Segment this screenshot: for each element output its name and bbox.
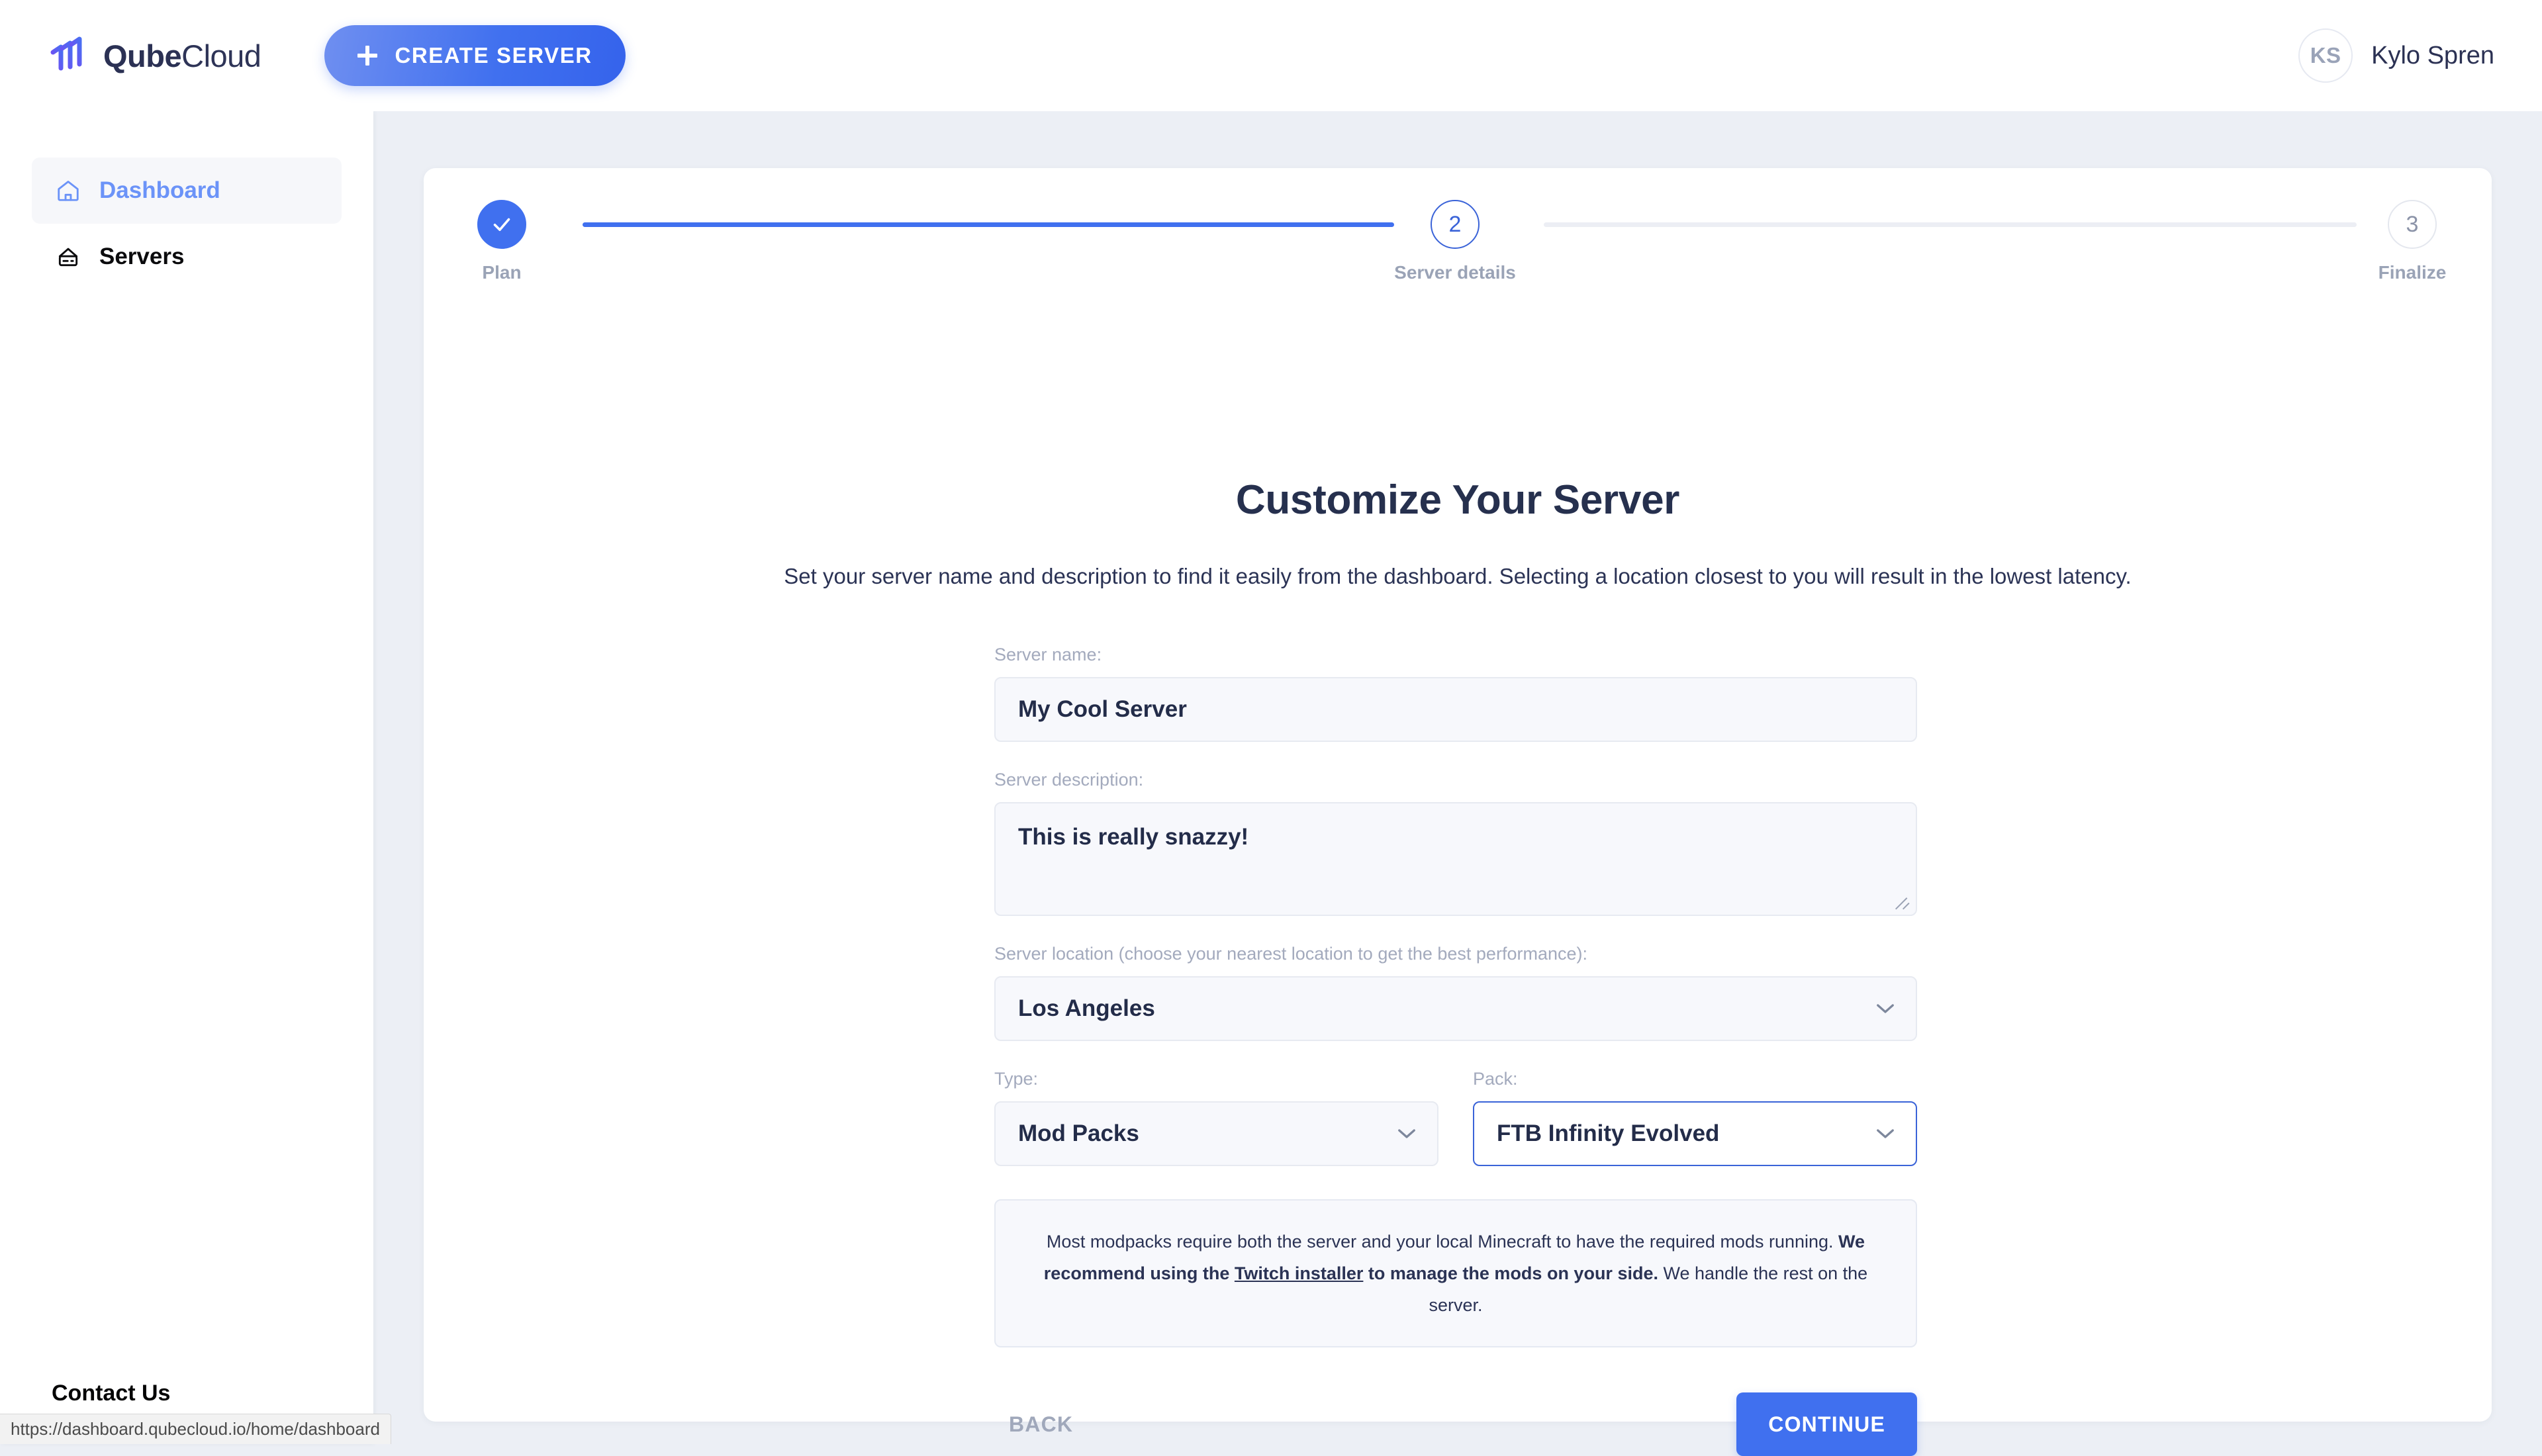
server-name-label: Server name:: [994, 645, 1917, 665]
page-subtitle: Set your server name and description to …: [424, 564, 2492, 589]
page-title: Customize Your Server: [424, 477, 2492, 523]
sidebar-item-dashboard[interactable]: Dashboard: [32, 158, 342, 224]
step-finalize-label: Finalize: [2333, 262, 2492, 283]
status-bar-url: https://dashboard.qubecloud.io/home/dash…: [0, 1414, 391, 1444]
server-description-textarea[interactable]: [994, 802, 1917, 916]
pack-label: Pack:: [1473, 1069, 1917, 1089]
step-finalize-circle: 3: [2388, 200, 2437, 249]
type-select[interactable]: [994, 1101, 1438, 1166]
sidebar-item-label: Servers: [99, 244, 184, 270]
continue-button[interactable]: CONTINUE: [1736, 1392, 1917, 1456]
type-field: Type:: [994, 1069, 1438, 1166]
type-label: Type:: [994, 1069, 1438, 1089]
sidebar-item-servers[interactable]: Servers: [32, 224, 342, 290]
step-plan[interactable]: Plan: [422, 200, 581, 283]
server-details-form: Server name: Server description: Server …: [994, 645, 1917, 1456]
info-part1: Most modpacks require both the server an…: [1047, 1232, 1838, 1251]
pack-field: Pack:: [1473, 1069, 1917, 1166]
top-bar: QubeCloud CREATE SERVER KS Kylo Spren: [0, 0, 2542, 111]
brand-name: QubeCloud: [103, 40, 261, 71]
pack-select[interactable]: [1473, 1101, 1917, 1166]
avatar: KS: [2298, 28, 2353, 83]
main-content: Plan 2 Server details 3 Finalize Customi…: [373, 111, 2542, 1444]
check-icon: [490, 212, 514, 236]
brand-name-bold: Qube: [103, 38, 181, 73]
server-icon: [56, 244, 81, 269]
type-pack-row: Type: Pack:: [994, 1069, 1917, 1166]
step-plan-label: Plan: [422, 262, 581, 283]
contact-us-link[interactable]: Contact Us: [52, 1381, 170, 1406]
info-bold2: to manage the mods on your side.: [1363, 1263, 1658, 1283]
modpack-info-box: Most modpacks require both the server an…: [994, 1199, 1917, 1347]
server-name-input[interactable]: [994, 677, 1917, 742]
sidebar-item-label: Dashboard: [99, 177, 220, 204]
create-server-label: CREATE SERVER: [395, 43, 592, 68]
brand-logo[interactable]: QubeCloud: [48, 35, 261, 76]
plus-icon: [357, 46, 377, 66]
user-name: Kylo Spren: [2371, 42, 2494, 70]
qubecloud-logo-icon: [48, 35, 89, 76]
home-icon: [56, 178, 81, 203]
sidebar: Dashboard Servers Contact Us: [0, 111, 373, 1444]
server-location-select-wrap: [994, 976, 1917, 1041]
server-description-wrap: [994, 802, 1917, 916]
step-server-details-circle: 2: [1431, 200, 1480, 249]
wizard-actions: BACK CONTINUE: [994, 1392, 1917, 1456]
server-description-label: Server description:: [994, 770, 1917, 790]
pack-select-wrap: [1473, 1101, 1917, 1166]
sidebar-nav: Dashboard Servers: [0, 111, 373, 290]
step-connector-filled: [583, 222, 1394, 227]
wizard-stepper: Plan 2 Server details 3 Finalize: [424, 168, 2492, 320]
step-server-details[interactable]: 2 Server details: [1376, 200, 1534, 283]
step-connector-empty: [1544, 222, 2357, 227]
step-finalize[interactable]: 3 Finalize: [2333, 200, 2492, 283]
brand-name-light: Cloud: [181, 38, 261, 73]
create-server-button[interactable]: CREATE SERVER: [324, 25, 625, 86]
server-location-select[interactable]: [994, 976, 1917, 1041]
wizard-card: Plan 2 Server details 3 Finalize Customi…: [424, 168, 2492, 1422]
step-server-details-label: Server details: [1376, 262, 1534, 283]
user-menu[interactable]: KS Kylo Spren: [2298, 28, 2494, 83]
step-plan-circle: [477, 200, 526, 249]
twitch-installer-link[interactable]: Twitch installer: [1235, 1263, 1364, 1283]
server-location-label: Server location (choose your nearest loc…: [994, 944, 1917, 964]
type-select-wrap: [994, 1101, 1438, 1166]
modpack-info-text: Most modpacks require both the server an…: [1025, 1226, 1887, 1321]
